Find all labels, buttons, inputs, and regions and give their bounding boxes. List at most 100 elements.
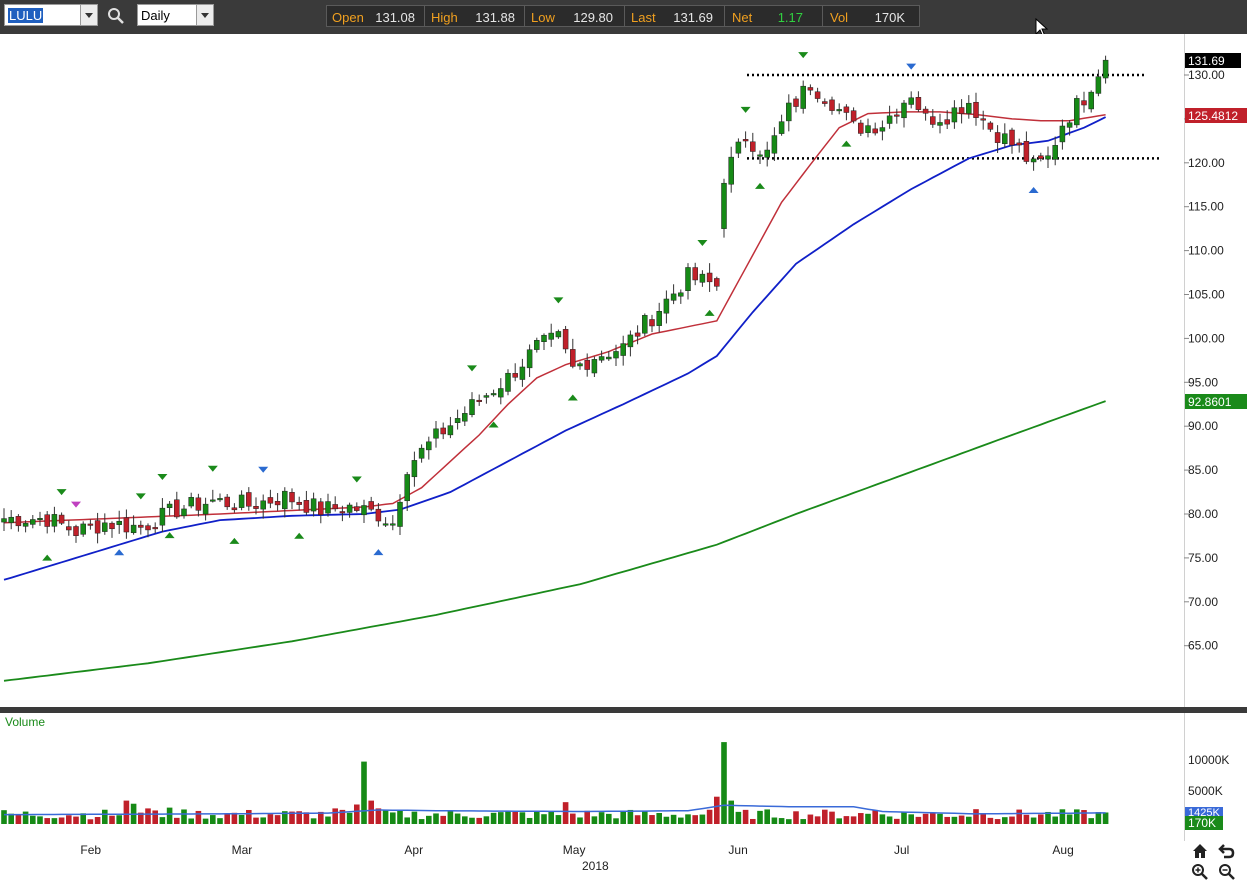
volume-bar xyxy=(505,811,511,824)
candle-body xyxy=(210,499,216,502)
signal-marker xyxy=(207,465,218,472)
price-axis-label: 80.00 xyxy=(1188,507,1218,521)
candle xyxy=(922,106,929,121)
candle-body xyxy=(714,278,720,287)
symbol-input[interactable]: LULU xyxy=(4,4,98,26)
interval-select[interactable]: Daily xyxy=(137,4,214,26)
candle-body xyxy=(296,501,302,505)
volume-bar xyxy=(886,816,893,824)
candle-body xyxy=(534,340,540,350)
volume-bar xyxy=(519,812,526,824)
candle-body xyxy=(1081,100,1087,106)
candle xyxy=(829,96,835,115)
candle xyxy=(642,313,648,337)
volume-bar xyxy=(447,810,454,824)
candle xyxy=(570,338,576,369)
volume-bar xyxy=(692,815,698,824)
candle-body xyxy=(231,507,238,511)
candle-body xyxy=(836,109,842,112)
signal-marker xyxy=(467,365,477,372)
candle xyxy=(764,141,770,167)
quote-bar: Open 131.08 High 131.88 Low 129.80 Last … xyxy=(326,5,920,27)
volume-bar xyxy=(908,814,914,824)
volume-bar xyxy=(44,818,50,824)
candle-body xyxy=(1059,125,1066,143)
candle xyxy=(634,325,641,345)
volume-bar xyxy=(454,813,461,824)
zoom-in-icon[interactable] xyxy=(1191,863,1209,886)
volume-bar xyxy=(87,819,94,824)
volume-bar xyxy=(303,812,310,824)
volume-bar xyxy=(714,796,720,824)
candle xyxy=(886,105,893,129)
candle-body xyxy=(1023,141,1030,162)
candle-body xyxy=(570,349,576,367)
candle-body xyxy=(109,522,115,530)
symbol-dropdown-icon[interactable] xyxy=(80,5,97,25)
candle xyxy=(548,323,554,347)
candle xyxy=(562,325,569,354)
candle-body xyxy=(548,332,554,340)
candle xyxy=(94,512,101,544)
interval-value: Daily xyxy=(141,8,170,23)
candle xyxy=(368,496,374,512)
candle xyxy=(577,361,583,370)
volume-bar xyxy=(94,817,101,824)
volume-bar xyxy=(591,816,598,824)
candle xyxy=(188,492,194,509)
candle-body xyxy=(51,514,58,527)
volume-bar xyxy=(368,800,374,824)
quote-high-label: High xyxy=(431,10,458,25)
candle-body xyxy=(1066,122,1073,128)
candle-body xyxy=(865,125,871,133)
signal-marker xyxy=(56,489,67,496)
signal-marker xyxy=(164,532,175,539)
candle xyxy=(37,511,43,526)
signal-marker xyxy=(114,549,125,556)
candle-body xyxy=(577,363,583,367)
zoom-out-icon[interactable] xyxy=(1218,863,1236,886)
search-icon[interactable] xyxy=(106,6,126,26)
candle-body xyxy=(224,496,230,508)
volume-bar xyxy=(346,812,353,824)
quote-last-value: 131.69 xyxy=(673,10,713,25)
volume-bar xyxy=(843,816,850,824)
candle xyxy=(937,113,943,134)
volume-bar xyxy=(606,813,612,824)
volume-bar xyxy=(807,814,814,824)
quote-last-label: Last xyxy=(631,10,656,25)
candle xyxy=(411,451,418,487)
volume-bar xyxy=(195,810,202,824)
volume-bar xyxy=(771,817,778,824)
volume-bar xyxy=(973,809,979,824)
candle xyxy=(354,502,360,513)
candle-body xyxy=(958,107,965,114)
candle-body xyxy=(310,498,317,512)
quote-open-label: Open xyxy=(332,10,364,25)
volume-bar xyxy=(152,810,158,824)
volume-bar xyxy=(15,814,22,824)
candle-body xyxy=(778,121,785,134)
price-chart[interactable]: 130.00125.00120.00115.00110.00105.00100.… xyxy=(0,34,1247,707)
candle-body xyxy=(166,503,173,509)
candle xyxy=(1095,69,1102,97)
candle xyxy=(1023,131,1030,165)
volume-bar xyxy=(462,816,468,824)
candle-body xyxy=(390,523,396,526)
volume-bar xyxy=(51,818,58,824)
date-axis-label: Feb xyxy=(80,843,101,857)
undo-icon[interactable] xyxy=(1218,842,1236,865)
volume-bar xyxy=(354,804,360,824)
volume-bar xyxy=(800,819,806,824)
interval-dropdown-icon[interactable] xyxy=(196,5,213,25)
home-icon[interactable] xyxy=(1191,842,1209,865)
candle-body xyxy=(498,388,504,398)
candle xyxy=(73,524,79,543)
candle-body xyxy=(843,106,850,113)
candle xyxy=(332,496,338,512)
volume-bar xyxy=(37,816,43,824)
candle-body xyxy=(8,516,14,523)
volume-bar xyxy=(166,807,173,824)
volume-chart[interactable]: Volume 10000K 5000K 1425K 170K xyxy=(0,713,1247,841)
candle-body xyxy=(73,526,79,536)
